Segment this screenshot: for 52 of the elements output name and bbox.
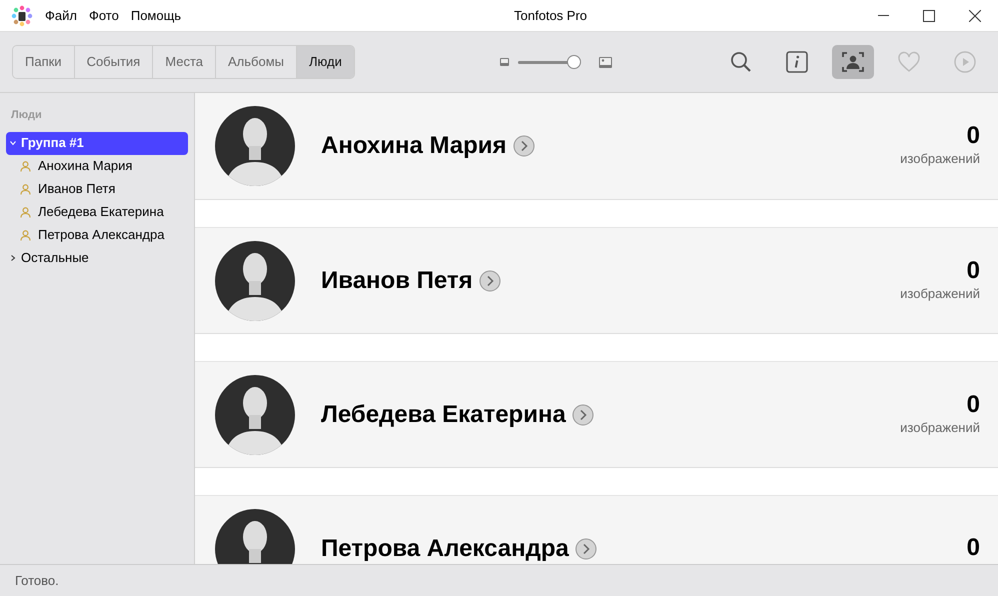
person-icon — [20, 160, 31, 172]
info-icon — [785, 50, 809, 74]
person-icon — [20, 230, 31, 240]
tree-item[interactable]: Лебедева Екатерина — [38, 202, 164, 222]
window-title: Tonfotos Pro — [513, 6, 588, 25]
tree-item[interactable]: Остальные — [21, 248, 89, 268]
tab[interactable]: Папки — [13, 46, 75, 78]
menu-item[interactable]: Фото — [88, 6, 119, 26]
chevron-circle-icon[interactable] — [572, 404, 594, 426]
person-name: Лебедева Екатерина — [321, 400, 566, 430]
chevron-circle-icon[interactable] — [574, 538, 597, 560]
tab[interactable]: Люди — [296, 46, 354, 78]
image-count: 0 — [966, 123, 980, 150]
person-icon — [20, 206, 31, 218]
person-frame-icon — [841, 50, 865, 74]
person-card[interactable]: Лебедева Екатерина 0 изображений — [195, 361, 998, 468]
count-caption: изображений — [900, 284, 980, 303]
chevron-circle-icon[interactable] — [512, 135, 535, 157]
menu-item[interactable]: Помощь — [130, 6, 182, 26]
tree-item[interactable]: Иванов Петя — [38, 179, 116, 199]
count-caption: изображений — [900, 150, 980, 168]
person-card[interactable]: Петрова Александра 0 — [195, 495, 998, 564]
avatar-silhouette-icon — [215, 374, 295, 454]
chevron-right-icon[interactable] — [10, 255, 16, 261]
person-name: Анохина Мария — [321, 131, 507, 161]
search-icon — [729, 50, 753, 74]
status-text: Готово. — [15, 572, 59, 590]
person-name: Петрова Александра — [321, 534, 569, 564]
person-card[interactable]: Анохина Мария 0 изображений — [195, 93, 998, 200]
menu-item[interactable]: Файл — [45, 6, 77, 26]
sidebar-heading: Люди — [11, 108, 43, 123]
chevron-circle-icon[interactable] — [478, 270, 501, 292]
person-name: Иванов Петя — [321, 266, 473, 296]
large-image-icon — [599, 56, 612, 68]
maximize-icon[interactable] — [923, 10, 935, 22]
play-icon — [953, 50, 977, 74]
small-image-icon — [500, 58, 510, 66]
avatar-silhouette-icon — [215, 240, 295, 320]
image-count: 0 — [966, 392, 980, 418]
image-count: 0 — [966, 535, 980, 562]
app-logo-icon — [11, 4, 33, 26]
image-count: 0 — [966, 258, 980, 284]
tree-item[interactable]: Петрова Александра — [38, 225, 164, 245]
close-icon[interactable] — [969, 10, 981, 22]
tree-item[interactable]: Анохина Мария — [38, 156, 132, 176]
avatar-silhouette-icon — [215, 106, 295, 186]
person-card[interactable]: Иванов Петя 0 изображений — [195, 227, 998, 334]
count-caption: изображений — [900, 418, 980, 437]
person-icon — [20, 184, 31, 194]
person-frame-button[interactable] — [832, 45, 874, 79]
heart-icon — [897, 50, 921, 74]
chevron-down-icon[interactable] — [10, 140, 16, 146]
